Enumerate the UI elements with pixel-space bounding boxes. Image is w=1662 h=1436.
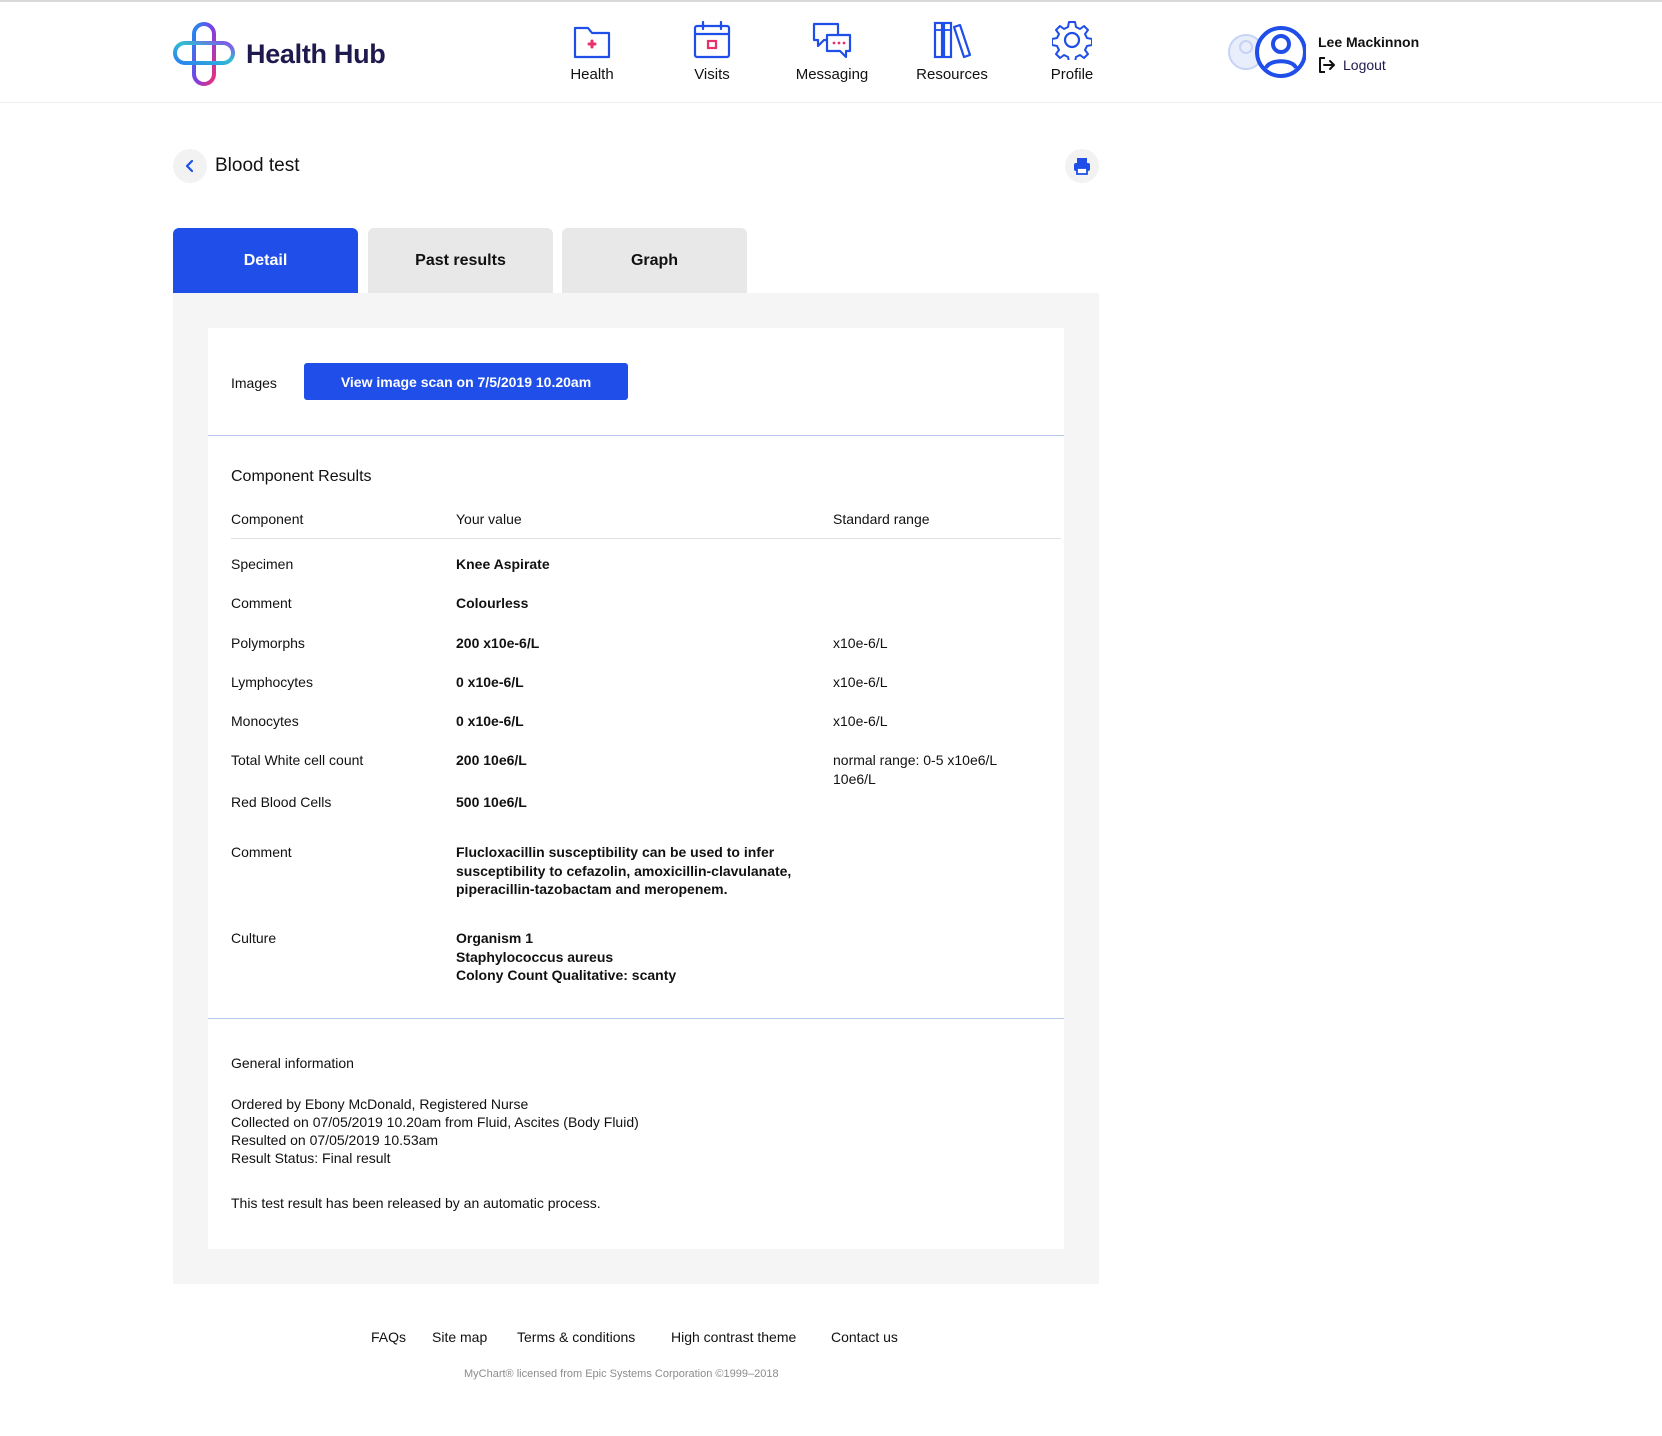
general-info-line: Collected on 07/05/2019 10.20am from Flu… — [231, 1114, 639, 1130]
footer-link-terms[interactable]: Terms & conditions — [517, 1329, 635, 1345]
general-info-line: Result Status: Final result — [231, 1150, 391, 1166]
books-icon — [933, 21, 972, 59]
view-image-scan-button[interactable]: View image scan on 7/5/2019 10.20am — [304, 363, 628, 400]
component-cell: Monocytes — [231, 713, 299, 729]
chevron-left-icon — [185, 159, 194, 173]
component-cell: Polymorphs — [231, 635, 305, 651]
health-hub-logo-icon — [173, 22, 235, 86]
chat-bubbles-icon — [812, 22, 852, 59]
release-note: This test result has been released by an… — [231, 1195, 601, 1211]
column-header-value: Your value — [456, 511, 522, 527]
page-title: Blood test — [215, 155, 300, 176]
brand-name: Health Hub — [246, 38, 386, 69]
component-cell: Specimen — [231, 556, 294, 572]
column-header-component: Component — [231, 511, 304, 527]
value-cell: Colourless — [456, 595, 529, 611]
brand-logo[interactable]: Health Hub — [172, 21, 386, 87]
table-header-rule — [231, 538, 1061, 539]
footer-link-high-contrast[interactable]: High contrast theme — [671, 1329, 796, 1345]
gear-icon — [1052, 21, 1092, 60]
images-label: Images — [231, 375, 277, 391]
component-cell: Lymphocytes — [231, 674, 313, 690]
value-cell: 500 10e6/L — [456, 794, 527, 810]
nav-item-messaging[interactable]: Messaging — [777, 20, 887, 83]
logout-icon — [1319, 57, 1335, 73]
nav-item-resources[interactable]: Resources — [897, 20, 1007, 83]
avatar[interactable] — [1226, 26, 1307, 82]
logout-link[interactable]: Logout — [1318, 56, 1386, 74]
footer-link-contact[interactable]: Contact us — [831, 1329, 898, 1345]
range-cell: x10e-6/L — [833, 674, 888, 690]
value-cell: Organism 1 Staphylococcus aureus Colony … — [456, 930, 677, 983]
value-cell: 0 x10e-6/L — [456, 713, 524, 729]
range-cell: x10e-6/L — [833, 713, 888, 729]
user-avatar-icon — [1228, 26, 1307, 78]
value-cell: 200 10e6/L — [456, 752, 527, 768]
component-cell: Total White cell count — [231, 752, 364, 768]
tab-graph[interactable]: Graph — [562, 228, 747, 293]
section-divider — [208, 435, 1064, 436]
logout-label: Logout — [1343, 57, 1386, 73]
printer-icon — [1074, 158, 1090, 175]
nav-item-visits[interactable]: Visits — [657, 20, 767, 83]
column-header-range: Standard range — [833, 511, 930, 527]
value-cell: 0 x10e-6/L — [456, 674, 524, 690]
nav-label-resources: Resources — [916, 66, 988, 83]
component-cell: Culture — [231, 930, 277, 946]
footer-link-site-map[interactable]: Site map — [432, 1329, 487, 1345]
section-divider — [208, 1018, 1064, 1019]
general-information-title: General information — [231, 1055, 354, 1071]
nav-item-profile[interactable]: Profile — [1017, 20, 1127, 83]
footer-link-faqs[interactable]: FAQs — [371, 1329, 406, 1345]
value-cell: 200 x10e-6/L — [456, 635, 540, 651]
general-info-line: Ordered by Ebony McDonald, Registered Nu… — [231, 1096, 529, 1112]
detail-panel: Images View image scan on 7/5/2019 10.20… — [173, 293, 1099, 1284]
tab-past-results[interactable]: Past results — [368, 228, 553, 293]
nav-label-messaging: Messaging — [795, 66, 869, 83]
value-cell: Knee Aspirate — [456, 556, 550, 572]
nav-label-health: Health — [570, 66, 614, 83]
print-button[interactable] — [1065, 149, 1099, 183]
back-button[interactable] — [173, 149, 207, 183]
health-folder-icon — [573, 26, 611, 59]
nav-item-health[interactable]: Health — [537, 20, 647, 83]
tab-detail[interactable]: Detail — [173, 228, 358, 293]
component-cell: Comment — [231, 844, 292, 860]
general-info-line: Resulted on 07/05/2019 10.53am — [231, 1132, 439, 1148]
component-results-title: Component Results — [231, 468, 372, 485]
user-name: Lee Mackinnon — [1318, 34, 1420, 50]
result-card: Images View image scan on 7/5/2019 10.20… — [208, 328, 1064, 1249]
nav-label-visits: Visits — [694, 66, 730, 83]
copyright-notice: MyChart® licensed from Epic Systems Corp… — [464, 1368, 779, 1380]
range-cell: x10e-6/L — [833, 635, 888, 651]
component-cell: Comment — [231, 595, 292, 611]
value-cell: Flucloxacillin susceptibility can be use… — [456, 844, 792, 897]
range-cell: normal range: 0-5 x10e6/L 10e6/L — [833, 752, 997, 787]
app-header: Health Hub Health Visits Messaging Resou… — [0, 2, 1662, 103]
component-cell: Red Blood Cells — [231, 794, 332, 810]
calendar-icon — [693, 20, 731, 59]
nav-label-profile: Profile — [1050, 66, 1094, 83]
